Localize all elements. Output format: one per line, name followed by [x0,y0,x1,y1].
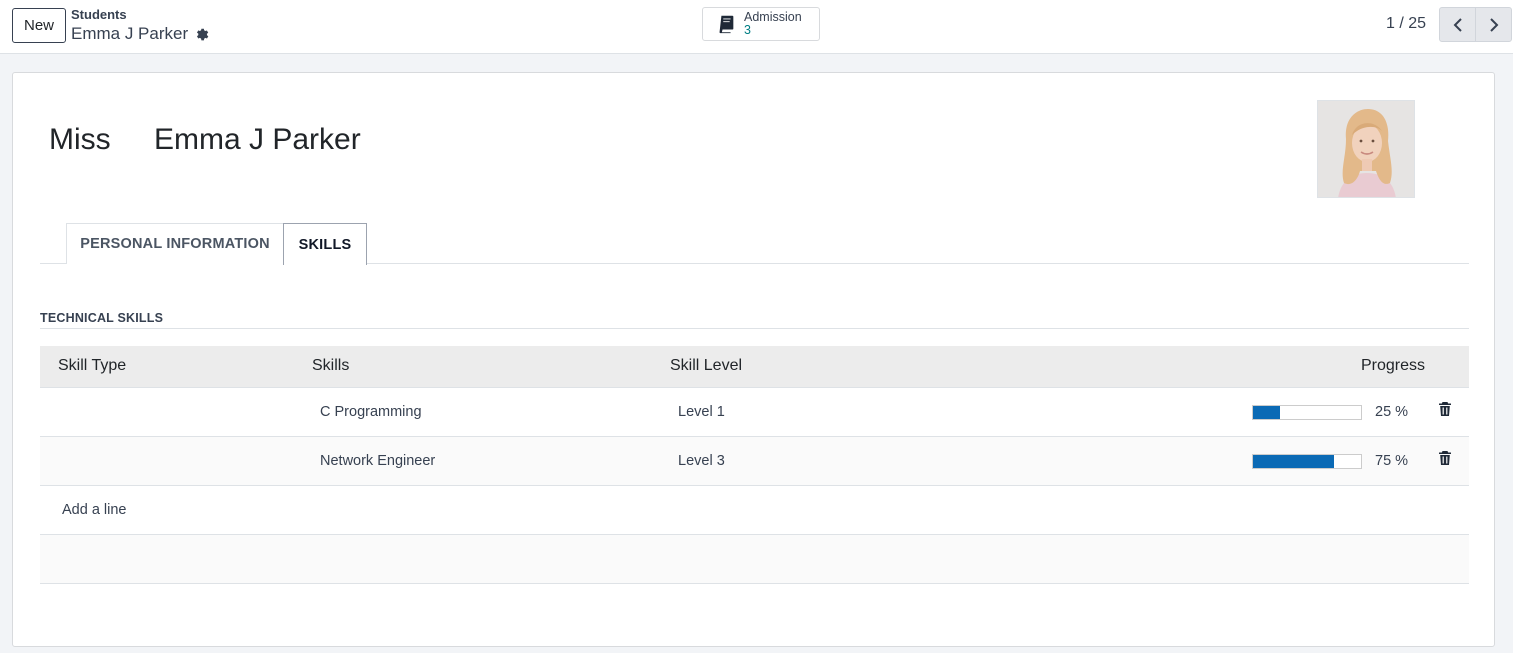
table-row[interactable]: Network Engineer Level 3 75 % [40,437,1469,486]
student-avatar[interactable] [1317,100,1415,198]
column-header-progress[interactable]: Progress [1361,357,1425,375]
breadcrumb-current-label: Emma J Parker [71,24,189,43]
tab-personal-information[interactable]: PERSONAL INFORMATION [66,223,283,264]
skill-level-cell[interactable]: Level 3 [678,453,725,469]
chevron-left-icon [1453,17,1462,32]
pager-next-button[interactable] [1475,7,1512,42]
section-title-technical-skills: TECHNICAL SKILLS [40,311,164,325]
progress-label: 25 % [1375,404,1409,420]
avatar-image [1318,101,1414,197]
admission-smart-button[interactable]: Admission 3 [702,7,820,41]
add-line-link[interactable]: Add a line [62,502,127,518]
new-button[interactable]: New [12,8,66,43]
form-sheet: Miss Emma J Parker PERSONAL INFORMATION … [12,72,1495,647]
column-header-skill-level[interactable]: Skill Level [670,357,742,375]
progress-bar [1252,405,1362,420]
chevron-right-icon [1489,17,1498,32]
column-header-skills[interactable]: Skills [312,357,349,375]
column-header-skill-type[interactable]: Skill Type [58,357,126,375]
table-row[interactable]: C Programming Level 1 25 % [40,388,1469,437]
add-line-row: Add a line [40,486,1469,535]
skill-level-cell[interactable]: Level 1 [678,404,725,420]
pager-previous-button[interactable] [1439,7,1476,42]
progress-bar [1252,454,1362,469]
title-prefix[interactable]: Miss [49,123,111,157]
pager-buttons [1439,7,1512,42]
skill-cell[interactable]: Network Engineer [320,453,435,469]
trash-icon[interactable] [1438,450,1452,466]
gear-icon[interactable] [195,27,210,42]
empty-row [40,535,1469,584]
pager-value[interactable]: 1 / 25 [1386,15,1426,33]
table-header: Skill Type Skills Skill Level Progress [40,346,1469,388]
breadcrumb-parent[interactable]: Students [71,7,127,22]
book-icon [719,15,734,34]
progress-label: 75 % [1375,453,1409,469]
control-panel: New Students Emma J Parker Admission 3 1… [0,0,1513,54]
skills-table: Skill Type Skills Skill Level Progress C… [40,346,1469,584]
student-name[interactable]: Emma J Parker [154,123,361,157]
progress-bar-fill [1253,455,1334,468]
section-divider [40,328,1469,329]
admission-count: 3 [744,23,751,37]
skill-cell[interactable]: C Programming [320,404,422,420]
breadcrumb-current: Emma J Parker [71,24,210,44]
progress-bar-fill [1253,406,1280,419]
trash-icon[interactable] [1438,401,1452,417]
tab-skills[interactable]: SKILLS [283,223,367,265]
notebook-tabs: PERSONAL INFORMATION SKILLS [40,223,1469,265]
admission-label: Admission [744,10,802,24]
